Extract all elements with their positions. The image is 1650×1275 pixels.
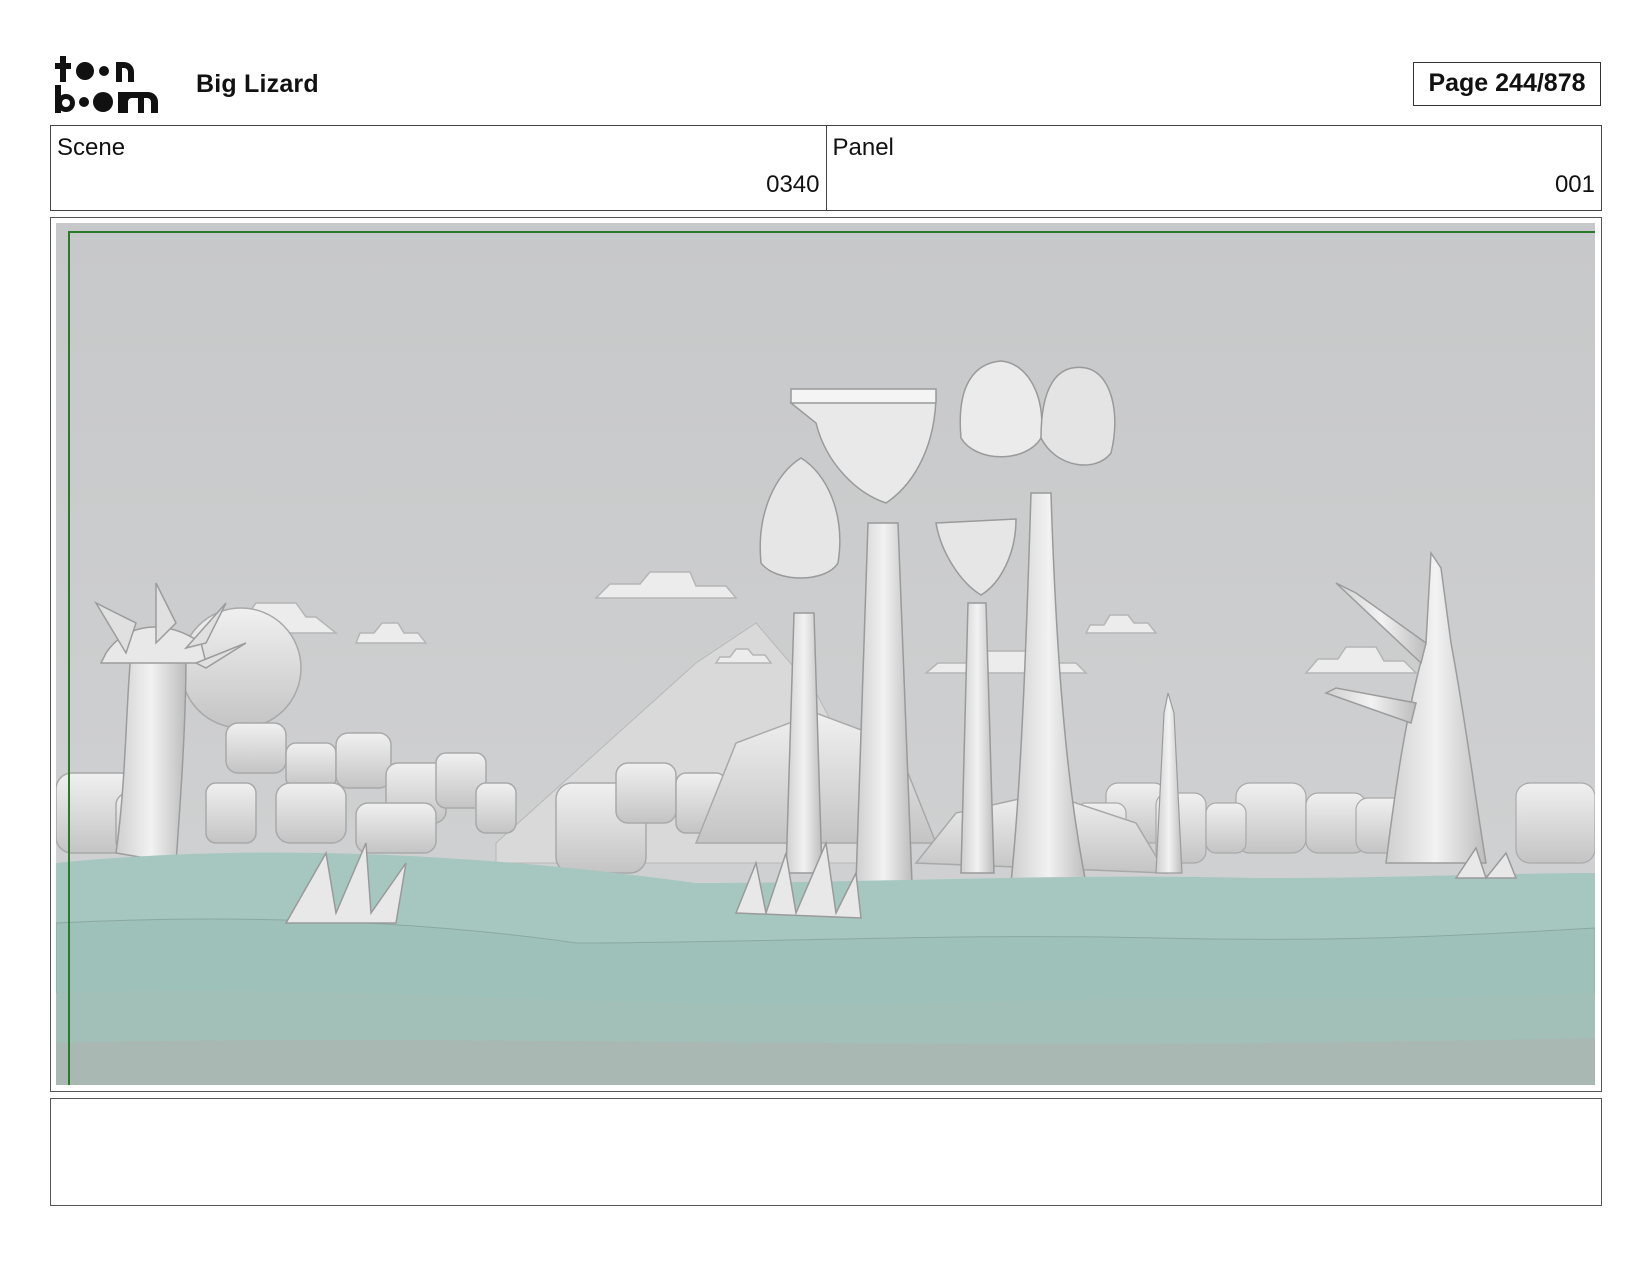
panel-label: Panel bbox=[832, 134, 894, 161]
project-title: Big Lizard bbox=[196, 70, 319, 98]
panel-value: 001 bbox=[1554, 171, 1595, 198]
jungle-scene-illustration bbox=[56, 223, 1595, 1085]
scene-label: Scene bbox=[57, 134, 126, 161]
panel-frame bbox=[50, 217, 1602, 1092]
info-row: Scene 0340 Panel 001 bbox=[50, 125, 1602, 211]
scene-cell: Scene 0340 bbox=[51, 126, 826, 210]
scene-value: 0340 bbox=[766, 171, 820, 198]
panel-cell: Panel 001 bbox=[825, 126, 1602, 210]
page-indicator: Page 244/878 bbox=[1413, 62, 1601, 106]
notes-box[interactable] bbox=[50, 1098, 1602, 1206]
storyboard-panel-illustration bbox=[56, 223, 1595, 1085]
toonboom-logo-icon bbox=[55, 56, 158, 113]
toonboom-logo bbox=[54, 54, 172, 116]
